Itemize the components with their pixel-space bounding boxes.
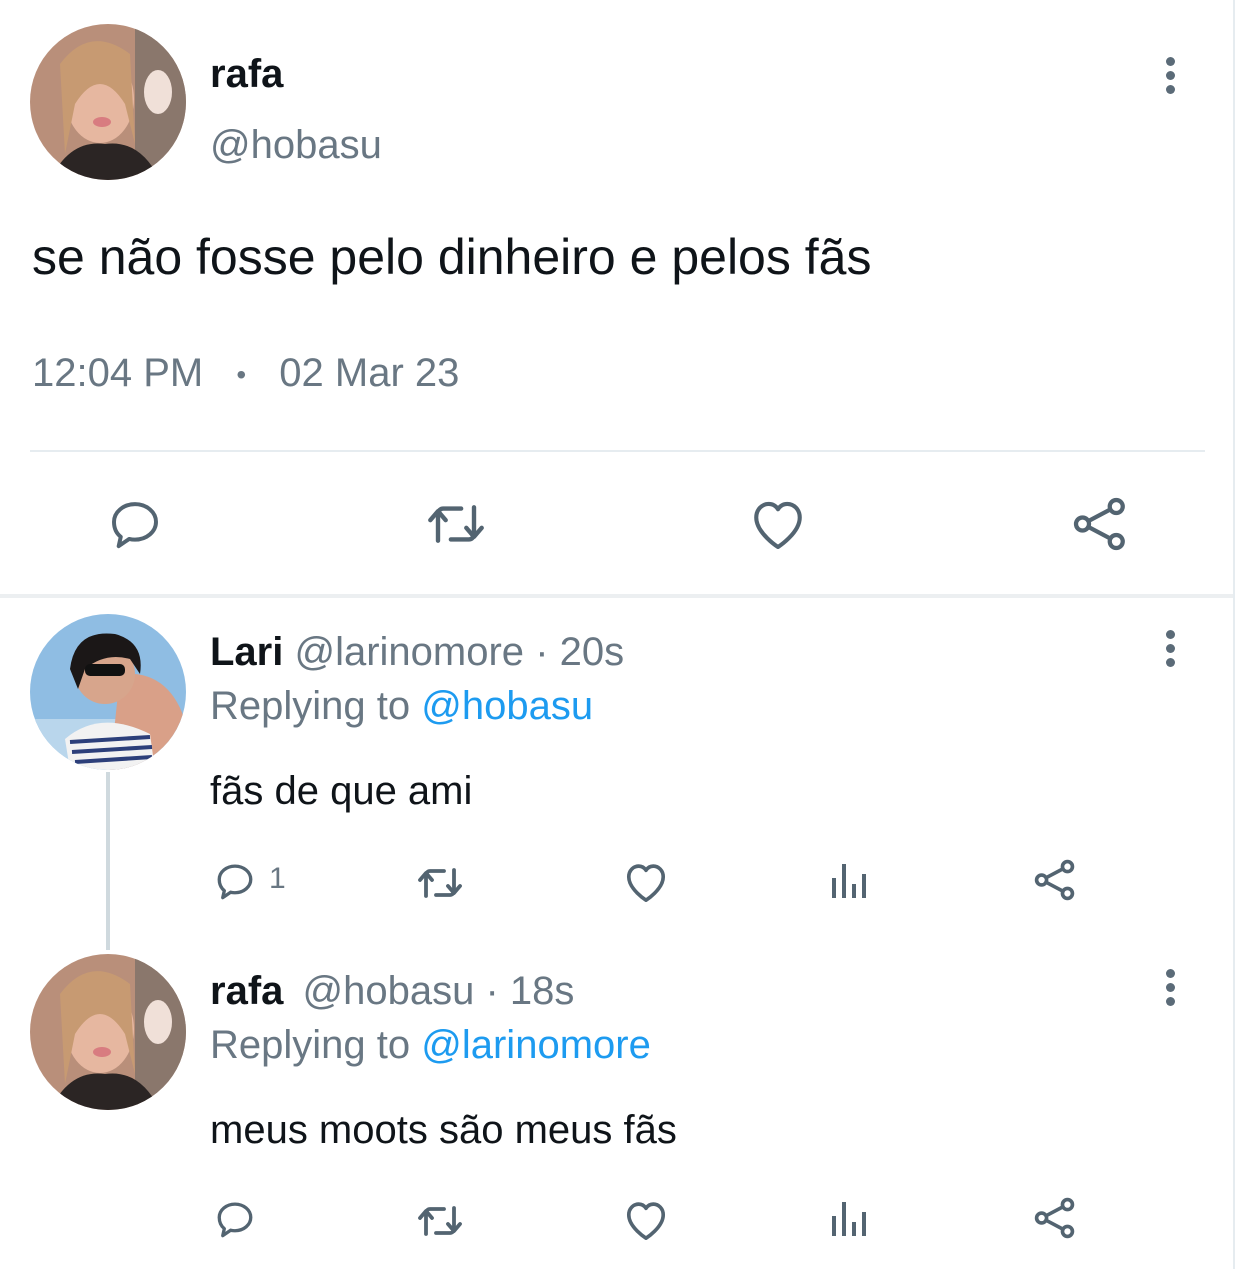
like-icon[interactable] <box>749 496 807 552</box>
reply-count: 1 <box>269 862 286 895</box>
like-icon[interactable] <box>623 860 669 904</box>
share-icon[interactable] <box>1032 1195 1078 1241</box>
tweet-timestamp: 12:04 PM • 02 Mar 23 <box>32 351 459 396</box>
tweet-time: 12:04 PM <box>32 351 204 395</box>
retweet-icon[interactable] <box>416 862 464 904</box>
timestamp-separator: • <box>236 359 247 391</box>
reply-text: fãs de que ami <box>210 769 473 813</box>
display-name[interactable]: rafa <box>210 52 283 97</box>
share-icon[interactable] <box>1032 857 1078 903</box>
more-options-icon[interactable] <box>1166 630 1176 672</box>
thread-line <box>106 772 110 950</box>
retweet-icon[interactable] <box>416 1200 464 1242</box>
divider <box>30 450 1205 452</box>
handle[interactable]: @hobasu <box>303 969 475 1013</box>
display-name[interactable]: rafa <box>210 969 283 1013</box>
mention-link[interactable]: @larinomore <box>421 1023 651 1067</box>
replying-to: Replying to @hobasu <box>210 684 593 729</box>
handle[interactable]: @larinomore <box>294 630 524 674</box>
reply-age: · 20s <box>535 630 625 674</box>
tweet-text: se não fosse pelo dinheiro e pelos fãs <box>32 229 872 285</box>
retweet-icon[interactable] <box>425 497 487 551</box>
reply-text: meus moots são meus fãs <box>210 1108 677 1152</box>
views-icon[interactable] <box>830 860 870 900</box>
replying-to-label: Replying to <box>210 1023 411 1067</box>
more-options-icon[interactable] <box>1166 969 1176 1011</box>
views-icon[interactable] <box>830 1198 870 1238</box>
reply-header: rafa @hobasu · 18s <box>210 969 574 1014</box>
replying-to-label: Replying to <box>210 684 411 728</box>
avatar[interactable] <box>30 24 186 180</box>
section-separator <box>0 594 1235 598</box>
avatar[interactable] <box>30 954 186 1110</box>
share-icon[interactable] <box>1070 494 1130 554</box>
reply-header: Lari @larinomore · 20s <box>210 630 624 675</box>
handle[interactable]: @hobasu <box>210 123 382 168</box>
avatar[interactable] <box>30 614 186 770</box>
reply-icon[interactable] <box>214 860 256 902</box>
like-icon[interactable] <box>623 1198 669 1242</box>
more-options-icon[interactable] <box>1166 57 1176 99</box>
reply-icon[interactable] <box>107 496 163 552</box>
replying-to: Replying to @larinomore <box>210 1023 651 1068</box>
mention-link[interactable]: @hobasu <box>421 684 593 728</box>
reply-icon[interactable] <box>214 1198 256 1240</box>
display-name[interactable]: Lari <box>210 630 283 674</box>
reply-age: · 18s <box>485 969 575 1013</box>
tweet-date: 02 Mar 23 <box>279 351 460 395</box>
